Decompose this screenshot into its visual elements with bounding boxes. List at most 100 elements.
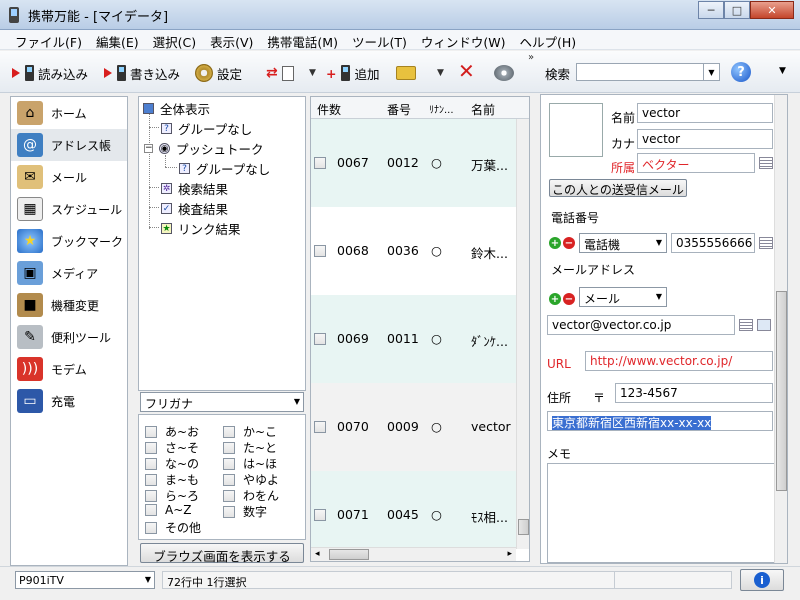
checkbox-icon[interactable] [223,505,235,518]
row-checkbox[interactable] [314,245,326,257]
email-field[interactable]: vector@vector.co.jp [547,315,735,335]
scrollbar-thumb[interactable] [776,291,787,491]
menu-edit[interactable]: 編集(E) [89,30,146,50]
maximize-button[interactable]: □ [724,1,750,19]
kana-checkbox[interactable]: その他 [145,519,201,536]
checkbox-icon[interactable] [145,504,157,516]
help-icon[interactable]: ? [731,62,751,82]
search-dropdown-icon[interactable]: ▼ [703,64,719,80]
contact-photo[interactable] [549,103,603,157]
checkbox-icon[interactable] [145,489,157,502]
nav-item-mail[interactable]: ✉ メール [11,161,127,193]
kana-checkbox[interactable]: ま~も [145,471,199,488]
table-row[interactable]: 0069 0011 ○ ﾀﾞﾝｹ... [311,295,516,383]
memo-field[interactable] [547,463,775,563]
phone-type-select[interactable]: 電話機 ▼ [579,233,667,253]
kana-checkbox[interactable]: は~ほ [223,455,277,472]
kana-checkbox[interactable]: ら~ろ [145,487,199,504]
kana-checkbox[interactable]: わをん [223,487,279,504]
tree-node-inspect-result[interactable]: ✓ 検査結果 [161,199,228,218]
row-checkbox[interactable] [314,157,326,169]
table-row[interactable]: 0068 0036 ○ 鈴木... [311,207,516,295]
toolbar-overflow-chevron[interactable]: » [528,52,534,63]
nav-item-utility-tools[interactable]: ✎ 便利ツール [11,321,127,353]
kana-checkbox[interactable]: 数字 [223,503,267,520]
column-header-count[interactable]: 件数 [317,101,341,118]
nav-item-charge[interactable]: ▭ 充電 [11,385,127,417]
checkbox-icon[interactable] [145,473,157,486]
toolbar-options-icon[interactable]: ▼ [779,66,786,76]
tree-node-push-talk-no-group[interactable]: ? グループなし [179,159,270,178]
read-button[interactable]: 読み込み [12,63,88,83]
add-button[interactable]: + 追加 [326,63,380,83]
menu-select[interactable]: 選択(C) [146,30,203,50]
nav-item-bookmark[interactable]: ★ ブックマーク [11,225,127,257]
device-select[interactable]: P901iTV ▼ [15,571,155,589]
kana-checkbox[interactable]: た~と [223,439,277,456]
kana-field[interactable]: vector [637,129,773,149]
info-button[interactable]: i [740,569,784,591]
minimize-button[interactable]: ─ [698,1,724,19]
kana-checkbox[interactable]: A~Z [145,503,191,517]
nav-item-schedule[interactable]: ▦ スケジュール [11,193,127,225]
row-checkbox[interactable] [314,421,326,433]
table-row[interactable]: 0071 0045 ○ ﾓｽ相... [311,471,516,559]
menu-view[interactable]: 表示(V) [203,30,260,50]
kana-checkbox[interactable]: やゆよ [223,471,279,488]
scrollbar-thumb[interactable] [518,519,529,535]
kana-filter-select[interactable]: フリガナ ▼ [140,392,304,412]
add-phone-icon[interactable]: + [549,237,561,249]
menu-help[interactable]: ヘルプ(H) [512,30,583,50]
remove-email-icon[interactable]: − [563,293,575,305]
table-row[interactable]: 0067 0012 ○ 万葉... [311,119,516,207]
checkbox-icon[interactable] [223,473,235,486]
scroll-right-icon[interactable]: ▸ [507,549,512,559]
url-field[interactable]: http://www.vector.co.jp/ [585,351,773,371]
list-horizontal-scrollbar[interactable]: ◂ ▸ [311,547,516,561]
checkbox-icon[interactable] [145,441,157,454]
menu-file[interactable]: ファイル(F) [8,30,89,50]
email-list-icon[interactable] [739,319,753,331]
column-header-number[interactable]: 番号 [387,101,411,118]
list-vertical-scrollbar[interactable] [516,119,529,549]
kana-checkbox[interactable]: か~こ [223,423,277,440]
tree-node-search-result[interactable]: ✲ 検索結果 [161,179,228,198]
checkbox-icon[interactable] [223,457,235,470]
delete-button[interactable]: ✕ [458,59,475,83]
checkbox-icon[interactable] [145,521,157,534]
nav-item-address-book[interactable]: @ アドレス帳 [11,129,127,161]
remove-phone-icon[interactable]: − [563,237,575,249]
detail-vertical-scrollbar[interactable] [774,95,787,563]
postal-field[interactable]: 123-4567 [615,383,773,403]
scrollbar-thumb[interactable] [329,549,369,560]
row-checkbox[interactable] [314,509,326,521]
address-field[interactable]: 東京都新宿区西新宿xx-xx-xx [547,411,773,431]
nav-item-home[interactable]: ⌂ ホーム [11,97,127,129]
phone-field[interactable]: 0355556666 [671,233,755,253]
column-header-name[interactable]: 名前 [471,101,495,118]
menu-phone[interactable]: 携帯電話(M) [260,30,345,50]
email-type-select[interactable]: メール ▼ [579,287,667,307]
add-email-icon[interactable]: + [549,293,561,305]
write-button[interactable]: 書き込み [104,63,180,83]
checkbox-icon[interactable] [223,425,235,438]
nav-item-modem[interactable]: ))) モデム [11,353,127,385]
folder-dropdown-icon[interactable]: ▼ [437,63,444,83]
kana-checkbox[interactable]: あ~お [145,423,199,440]
kana-checkbox[interactable]: さ~そ [145,439,199,456]
scroll-left-icon[interactable]: ◂ [315,549,320,559]
tree-node-all[interactable]: 全体表示 [143,99,210,118]
tools-gear-button[interactable] [494,63,518,83]
checkbox-icon[interactable] [223,489,235,502]
close-button[interactable]: ✕ [750,1,794,19]
phone-list-icon[interactable] [759,237,773,249]
folder-button[interactable] [396,63,420,83]
checkbox-icon[interactable] [223,441,235,454]
row-checkbox[interactable] [314,333,326,345]
tree-node-link-result[interactable]: ★ リンク結果 [161,219,241,238]
name-field[interactable]: vector [637,103,773,123]
tree-node-push-talk[interactable]: − ◉ プッシュトーク [144,139,264,158]
collapse-toggle-icon[interactable]: − [144,144,153,153]
nav-item-media[interactable]: ▣ メディア [11,257,127,289]
menu-window[interactable]: ウィンドウ(W) [414,30,513,50]
